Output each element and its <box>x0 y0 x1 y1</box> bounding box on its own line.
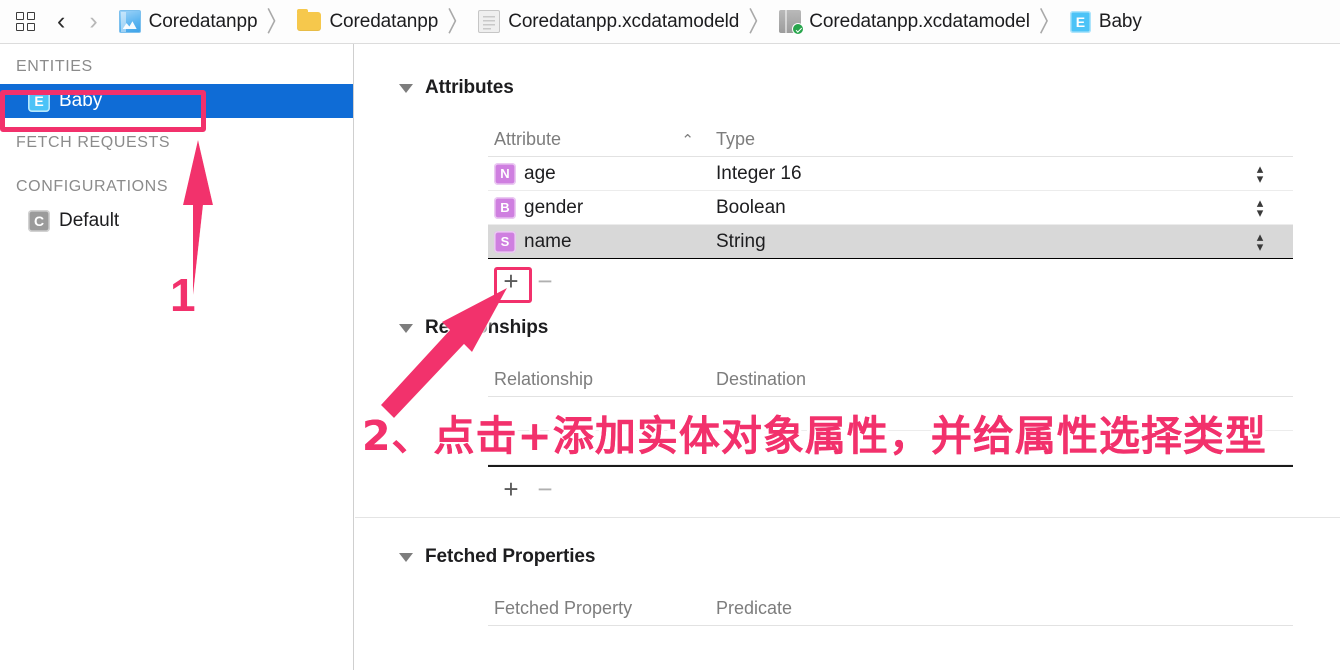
fetched-properties-table-header: Fetched Property Predicate <box>488 592 1293 626</box>
column-header-label: Fetched Property <box>494 598 633 618</box>
breadcrumb-separator-icon: 〉 <box>447 5 470 37</box>
column-header-predicate[interactable]: Predicate <box>716 598 1293 619</box>
sidebar-header-entities: ENTITIES <box>16 58 93 75</box>
type-stepper-icon[interactable]: ▴ ▾ <box>1251 162 1269 184</box>
attribute-name-cell[interactable]: S name <box>488 230 716 253</box>
breadcrumb-separator-icon: 〉 <box>266 5 289 37</box>
fetched-properties-table: Fetched Property Predicate <box>488 592 1293 626</box>
column-header-attribute[interactable]: Attribute ⌃ <box>488 129 716 150</box>
sidebar-item-baby[interactable]: E Baby <box>0 84 353 118</box>
column-header-label: Type <box>716 129 756 149</box>
breadcrumb-item-xcdatamodeld[interactable]: Coredatanpp.xcdatamodeld <box>478 7 739 37</box>
entity-detail-editor: Attributes Attribute ⌃ Type N age Intege… <box>355 44 1340 670</box>
column-header-fetched-property[interactable]: Fetched Property <box>488 598 716 619</box>
relationships-table: Relationship Destination <box>488 363 1293 397</box>
relationships-add-remove-bar: + − <box>488 467 1340 511</box>
fetched-properties-section-header[interactable]: Fetched Properties <box>355 540 1340 574</box>
entity-icon: E <box>1069 10 1091 33</box>
column-header-relationship[interactable]: Relationship <box>488 369 716 390</box>
sidebar-item-label: Default <box>59 210 120 231</box>
xcdatamodeld-icon <box>478 10 501 33</box>
breadcrumb-label: Coredatanpp <box>329 10 439 32</box>
attribute-name: name <box>524 230 572 252</box>
attributes-add-remove-bar: + − <box>488 259 1340 303</box>
sidebar-item-default[interactable]: C Default <box>0 204 353 238</box>
sort-ascending-icon: ⌃ <box>681 131 694 149</box>
attribute-type-cell[interactable]: String <box>716 231 1251 253</box>
attributes-table-header: Attribute ⌃ Type <box>488 123 1293 157</box>
relationships-remove-button[interactable]: − <box>528 476 562 502</box>
current-version-check-icon <box>792 23 805 35</box>
breadcrumb: Coredatanpp 〉 Coredatanpp 〉 Coredatanpp.… <box>118 5 1142 37</box>
attributes-add-button[interactable]: + <box>494 268 528 294</box>
section-divider <box>355 517 1340 518</box>
attribute-type-badge-icon: N <box>494 162 516 185</box>
disclosure-triangle-icon[interactable] <box>399 83 413 93</box>
breadcrumb-label: Coredatanpp.xcdatamodel <box>809 10 1030 32</box>
breadcrumb-item-entity[interactable]: E Baby <box>1069 7 1142 37</box>
section-title: Attributes <box>425 77 514 98</box>
breadcrumb-separator-icon: 〉 <box>1038 5 1061 37</box>
breadcrumb-toolbar: ‹ › Coredatanpp 〉 Coredatanpp 〉 Coredata… <box>0 0 1340 44</box>
folder-icon <box>297 9 322 31</box>
model-outline-sidebar: ENTITIES E Baby FETCH REQUESTS CONFIGURA… <box>0 44 354 670</box>
xcdatamodel-icon <box>779 10 805 35</box>
sidebar-item-label: Baby <box>59 90 103 111</box>
attributes-remove-button[interactable]: − <box>528 268 562 294</box>
configuration-icon: C <box>28 210 50 232</box>
relationships-section-header[interactable]: Relationships <box>355 311 1340 345</box>
disclosure-triangle-icon[interactable] <box>399 552 413 562</box>
breadcrumb-label: Coredatanpp.xcdatamodeld <box>508 10 740 32</box>
table-row[interactable]: B gender Boolean ▴ ▾ <box>488 191 1293 225</box>
breadcrumb-separator-icon: 〉 <box>748 5 771 37</box>
xcode-data-model-editor: ‹ › Coredatanpp 〉 Coredatanpp 〉 Coredata… <box>0 0 1340 670</box>
column-header-destination[interactable]: Destination <box>716 369 1293 390</box>
breadcrumb-label: Baby <box>1098 10 1142 32</box>
section-title: Fetched Properties <box>425 546 596 567</box>
table-row[interactable]: S name String ▴ ▾ <box>488 225 1293 259</box>
back-chevron-icon[interactable]: ‹ <box>56 9 66 34</box>
relationships-add-button[interactable]: + <box>494 476 528 502</box>
sidebar-header-fetch-requests: FETCH REQUESTS <box>16 134 171 151</box>
attribute-name-cell[interactable]: N age <box>488 162 716 185</box>
type-stepper-icon[interactable]: ▴ ▾ <box>1251 196 1269 218</box>
breadcrumb-item-folder[interactable]: Coredatanpp <box>297 7 438 37</box>
attribute-type-badge-icon: B <box>494 196 516 219</box>
attribute-type-badge-icon: S <box>494 230 516 253</box>
attributes-section-header[interactable]: Attributes <box>355 71 1340 105</box>
breadcrumb-item-xcdatamodel[interactable]: Coredatanpp.xcdatamodel <box>779 7 1030 37</box>
attribute-name-cell[interactable]: B gender <box>488 196 716 219</box>
entity-icon: E <box>28 90 50 112</box>
attribute-name: gender <box>524 196 584 218</box>
attribute-type-cell[interactable]: Boolean <box>716 197 1251 219</box>
breadcrumb-label: Coredatanpp <box>148 10 258 32</box>
attributes-table: Attribute ⌃ Type N age Integer 16 ▴ ▾ B g <box>488 123 1293 259</box>
sidebar-header-configurations: CONFIGURATIONS <box>16 178 169 195</box>
relationships-table-header: Relationship Destination <box>488 363 1293 397</box>
attribute-name: age <box>524 162 556 184</box>
type-stepper-icon[interactable]: ▴ ▾ <box>1251 230 1269 252</box>
column-header-label: Destination <box>716 369 807 389</box>
attribute-type-cell[interactable]: Integer 16 <box>716 163 1251 185</box>
annotation-step-number-1: 1 <box>168 267 199 324</box>
breadcrumb-item-project[interactable]: Coredatanpp <box>118 7 258 37</box>
disclosure-triangle-icon[interactable] <box>399 323 413 333</box>
xcode-project-icon <box>118 10 141 33</box>
column-header-type[interactable]: Type <box>716 129 1293 150</box>
section-title: Relationships <box>425 317 549 338</box>
column-header-label: Attribute <box>494 129 562 149</box>
annotation-step-2-text: 2、点击+添加实体对象属性，并给属性选择类型 <box>362 412 1267 460</box>
grid-icon[interactable] <box>14 9 40 35</box>
forward-chevron-icon[interactable]: › <box>88 9 98 34</box>
table-row[interactable]: N age Integer 16 ▴ ▾ <box>488 157 1293 191</box>
column-header-label: Relationship <box>494 369 594 389</box>
column-header-label: Predicate <box>716 598 793 618</box>
